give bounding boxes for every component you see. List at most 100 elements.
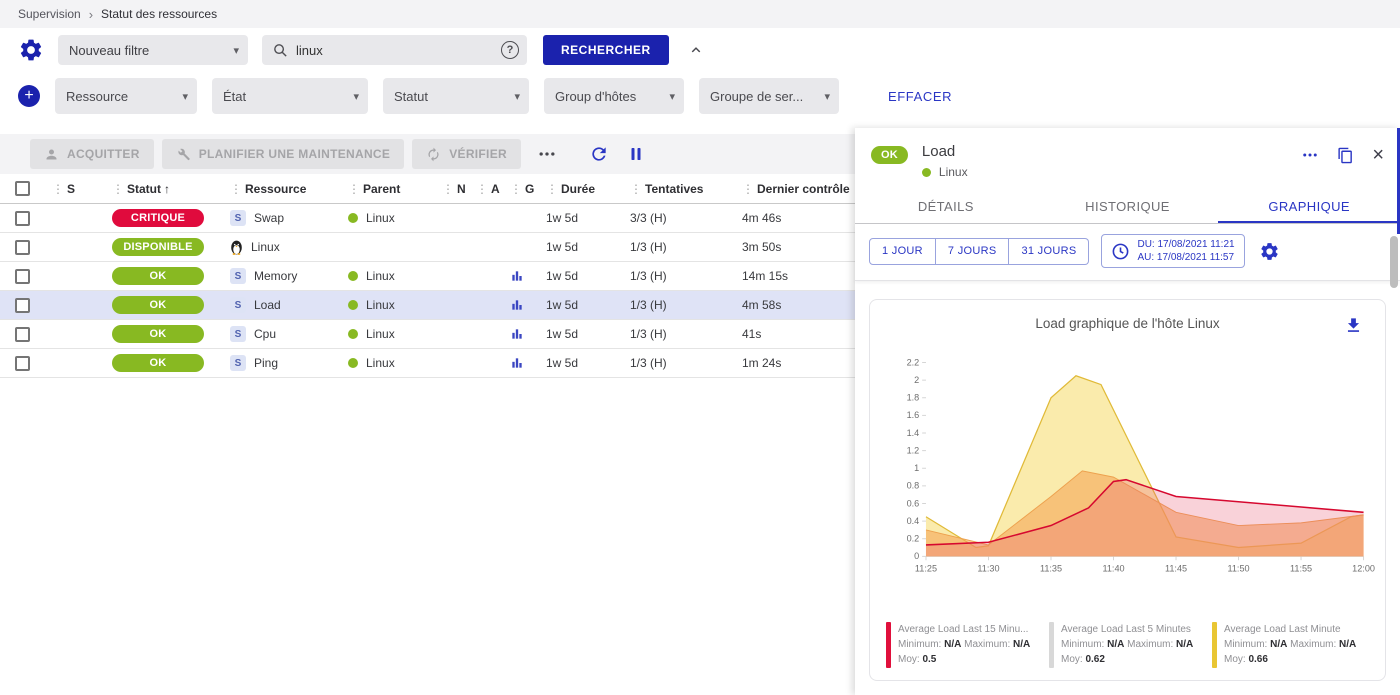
maintenance-button[interactable]: PLANIFIER UNE MAINTENANCE [162, 139, 405, 169]
row-checkbox[interactable] [15, 298, 30, 313]
sort-asc-icon[interactable]: ↑ [164, 182, 170, 196]
svg-text:11:25: 11:25 [915, 564, 937, 574]
drag-handle-icon[interactable]: ⋮ [630, 182, 642, 196]
row-checkbox[interactable] [15, 269, 30, 284]
load-chart: 00.20.40.60.811.21.41.61.822.211:2511:30… [878, 351, 1377, 577]
drag-handle-icon[interactable]: ⋮ [510, 182, 522, 196]
copy-icon[interactable] [1337, 147, 1354, 164]
search-box[interactable]: ? [262, 35, 527, 65]
tab-details[interactable]: DÉTAILS [855, 188, 1037, 223]
wrench-icon [176, 147, 191, 162]
last-check-value: 4m 46s [734, 211, 855, 225]
check-button[interactable]: VÉRIFIER [412, 139, 521, 169]
table-row[interactable]: OK S Load Linux 1w 5d 1/3 (H) 4m 58s [0, 291, 855, 320]
row-checkbox[interactable] [15, 356, 30, 371]
column-header-9[interactable]: ⋮Tentatives [622, 182, 734, 196]
drag-handle-icon[interactable]: ⋮ [112, 182, 124, 196]
drag-handle-icon[interactable]: ⋮ [52, 182, 64, 196]
drag-handle-icon[interactable]: ⋮ [230, 182, 242, 196]
table-row[interactable]: DISPONIBLE S Linux 1w 5d 1/3 (H) 3m 50s [0, 233, 855, 262]
svg-text:1.6: 1.6 [907, 410, 920, 420]
range-7-jours-button[interactable]: 7 JOURS [936, 238, 1010, 265]
legend-text: Average Load Last 5 Minutes Minimum: N/A… [1061, 622, 1193, 668]
column-header-5[interactable]: ⋮N [434, 182, 468, 196]
graph-icon[interactable] [510, 269, 524, 283]
graph-settings-icon[interactable] [1259, 241, 1280, 262]
range-1-jour-button[interactable]: 1 JOUR [869, 238, 936, 265]
breadcrumb-supervision[interactable]: Supervision [18, 7, 81, 21]
last-check-value: 3m 50s [734, 240, 855, 254]
help-icon[interactable]: ? [501, 41, 519, 59]
resource-name: Swap [254, 211, 284, 225]
column-header-3[interactable]: ⋮Ressource [222, 182, 340, 196]
drag-handle-icon[interactable]: ⋮ [442, 182, 454, 196]
graph-icon[interactable] [510, 327, 524, 341]
range-31-jours-button[interactable]: 31 JOURS [1009, 238, 1089, 265]
last-check-value: 1m 24s [734, 356, 855, 370]
clear-filters-button[interactable]: EFFACER [888, 89, 952, 104]
tab-historique[interactable]: HISTORIQUE [1037, 188, 1219, 223]
drag-handle-icon[interactable]: ⋮ [742, 182, 754, 196]
add-filter-icon[interactable]: + [18, 85, 40, 107]
legend-item[interactable]: Average Load Last 15 Minu... Minimum: N/… [886, 622, 1043, 668]
row-checkbox[interactable] [15, 240, 30, 255]
tab-graphique[interactable]: GRAPHIQUE [1218, 188, 1400, 223]
last-check-value: 4m 58s [734, 298, 855, 312]
parent-status-dot [348, 329, 358, 339]
column-header-10[interactable]: ⋮Dernier contrôle [734, 182, 855, 196]
graph-icon[interactable] [510, 298, 524, 312]
table-row[interactable]: OK S Memory Linux 1w 5d 1/3 (H) 14m 15s [0, 262, 855, 291]
table-row[interactable]: OK S Cpu Linux 1w 5d 1/3 (H) 41s [0, 320, 855, 349]
tries-value: 1/3 (H) [622, 298, 734, 312]
column-header-7[interactable]: ⋮G [502, 182, 538, 196]
time-range-group: 1 JOUR 7 JOURS 31 JOURS [869, 238, 1089, 265]
filter-select-etat[interactable]: État ▾ [212, 78, 368, 114]
date-to: AU: 17/08/2021 11:57 [1137, 251, 1234, 265]
legend-item[interactable]: Average Load Last Minute Minimum: N/A Ma… [1212, 622, 1369, 668]
refresh-icon[interactable] [589, 144, 609, 164]
legend-item[interactable]: Average Load Last 5 Minutes Minimum: N/A… [1049, 622, 1206, 668]
column-label: Ressource [245, 182, 306, 196]
filter-select-ressource[interactable]: Ressource ▾ [55, 78, 197, 114]
graph-cell [502, 356, 538, 370]
saved-filter-select[interactable]: Nouveau filtre ▾ [58, 35, 248, 65]
select-all-checkbox[interactable] [15, 181, 30, 196]
download-icon[interactable] [1344, 316, 1363, 335]
filters-settings-icon[interactable] [18, 37, 44, 63]
chevron-down-icon: ▾ [824, 90, 830, 103]
parent-cell: Linux [340, 356, 434, 370]
drag-handle-icon[interactable]: ⋮ [348, 182, 360, 196]
parent-status-dot [348, 213, 358, 223]
drag-handle-icon[interactable]: ⋮ [546, 182, 558, 196]
status-dot [922, 168, 931, 177]
filter-select-groupe-services[interactable]: Groupe de ser... ▾ [699, 78, 839, 114]
pause-icon[interactable] [627, 145, 645, 163]
legend-avg: Moy: 0.62 [1061, 652, 1193, 667]
legend-minmax: Minimum: N/A Maximum: N/A [898, 637, 1030, 652]
parent-name: Linux [366, 327, 395, 341]
search-input[interactable] [296, 43, 494, 58]
acknowledge-button[interactable]: ACQUITTER [30, 139, 154, 169]
panel-more-icon[interactable] [1301, 146, 1319, 164]
column-header-2[interactable]: ⋮Statut↑ [102, 182, 222, 196]
search-button[interactable]: RECHERCHER [543, 35, 669, 65]
filter-select-groupe-hotes[interactable]: Group d'hôtes ▾ [544, 78, 684, 114]
chevron-up-icon[interactable] [687, 41, 705, 59]
close-icon[interactable]: × [1372, 145, 1384, 165]
more-actions-icon[interactable] [537, 144, 557, 164]
date-range-picker[interactable]: DU: 17/08/2021 11:21 AU: 17/08/2021 11:5… [1101, 234, 1244, 268]
column-header-4[interactable]: ⋮Parent [340, 182, 434, 196]
breadcrumb-current: Statut des ressources [101, 7, 217, 21]
row-checkbox[interactable] [15, 327, 30, 342]
table-row[interactable]: OK S Ping Linux 1w 5d 1/3 (H) 1m 24s [0, 349, 855, 378]
filter-select-statut[interactable]: Statut ▾ [383, 78, 529, 114]
column-header-1[interactable]: ⋮S [44, 182, 102, 196]
drag-handle-icon[interactable]: ⋮ [476, 182, 488, 196]
column-label: Durée [561, 182, 595, 196]
window-scrollbar-thumb[interactable] [1390, 236, 1398, 288]
column-header-8[interactable]: ⋮Durée [538, 182, 622, 196]
graph-icon[interactable] [510, 356, 524, 370]
row-checkbox[interactable] [15, 211, 30, 226]
table-row[interactable]: CRITIQUE S Swap Linux 1w 5d 3/3 (H) 4m 4… [0, 204, 855, 233]
column-header-6[interactable]: ⋮A [468, 182, 502, 196]
